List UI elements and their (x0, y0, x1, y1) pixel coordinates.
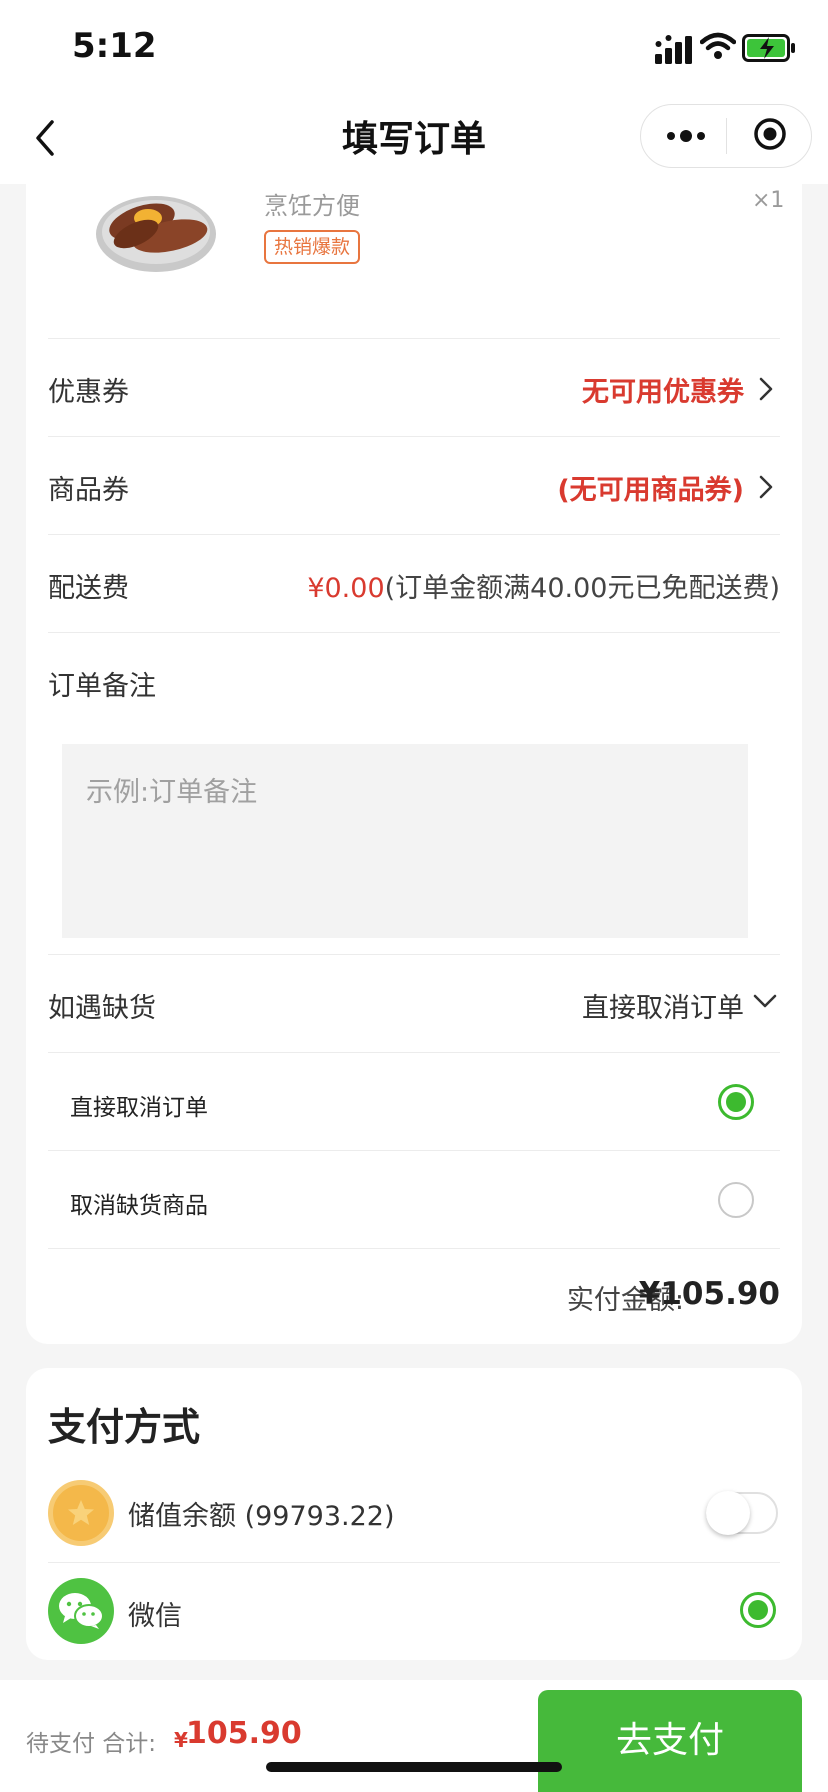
product-subtitle: 烹饪方便 (264, 192, 360, 220)
coupon-value: 无可用优惠券 (582, 377, 744, 408)
battery-charging-icon (742, 34, 795, 62)
divider (48, 436, 780, 437)
option-cancel-order-label[interactable]: 直接取消订单 (70, 1088, 208, 1122)
balance-toggle-knob[interactable] (706, 1491, 750, 1535)
chevron-down-icon[interactable] (752, 992, 778, 1010)
wifi-icon (700, 32, 736, 59)
chevron-right-icon[interactable] (758, 474, 774, 500)
delivery-fee-note: (订单金额满40.00元已免配送费) (384, 573, 780, 604)
option-cancel-item-radio[interactable] (718, 1182, 754, 1218)
divider (48, 1248, 780, 1249)
divider (48, 1562, 780, 1563)
voucher-row-value[interactable]: (无可用商品券) (557, 468, 744, 507)
product-image (96, 196, 216, 272)
close-target-icon[interactable] (752, 116, 788, 152)
remark-input[interactable] (62, 744, 748, 938)
pay-button[interactable]: 去支付 (538, 1690, 802, 1792)
delivery-label: 配送费 (48, 573, 129, 604)
divider (48, 534, 780, 535)
divider (48, 954, 780, 955)
hot-sale-badge: 热销爆款 (264, 230, 360, 264)
divider (48, 1150, 780, 1151)
divider (48, 1052, 780, 1053)
chevron-right-icon[interactable] (758, 376, 774, 402)
wechat-radio[interactable] (740, 1592, 776, 1628)
option-cancel-order-radio[interactable] (718, 1084, 754, 1120)
wechat-icon (48, 1578, 114, 1644)
coupon-row-value[interactable]: 无可用优惠券 (582, 370, 744, 409)
status-time: 5:12 (72, 26, 157, 66)
delivery-fee: ¥0.00(订单金额满40.00元已免配送费) (307, 566, 780, 605)
remark-label: 订单备注 (48, 671, 156, 702)
product-quantity: ×1 (752, 188, 785, 213)
wechat-label: 微信 (128, 1601, 182, 1632)
more-dots-icon[interactable] (664, 126, 708, 146)
delivery-fee-amount: ¥0.00 (307, 573, 385, 604)
coupon-label: 优惠券 (48, 377, 129, 408)
balance-coin-icon (48, 1480, 114, 1546)
bottom-total-amount: 105.90 (186, 1716, 302, 1751)
bottom-total-label: 待支付 合计: (26, 1731, 157, 1757)
voucher-value: (无可用商品券) (557, 475, 744, 506)
voucher-label: 商品券 (48, 475, 129, 506)
stockout-label: 如遇缺货 (48, 993, 156, 1024)
capsule-divider (726, 118, 727, 154)
payment-title: 支付方式 (48, 1405, 201, 1449)
home-indicator (266, 1762, 562, 1772)
total-amount: ¥105.90 (638, 1276, 780, 1312)
cellular-signal-icon (655, 35, 692, 64)
balance-label: 储值余额 (99793.22) (128, 1501, 395, 1532)
stockout-select[interactable]: 直接取消订单 (582, 986, 744, 1025)
option-cancel-item-label[interactable]: 取消缺货商品 (70, 1186, 208, 1220)
divider (48, 338, 780, 339)
divider (48, 632, 780, 633)
